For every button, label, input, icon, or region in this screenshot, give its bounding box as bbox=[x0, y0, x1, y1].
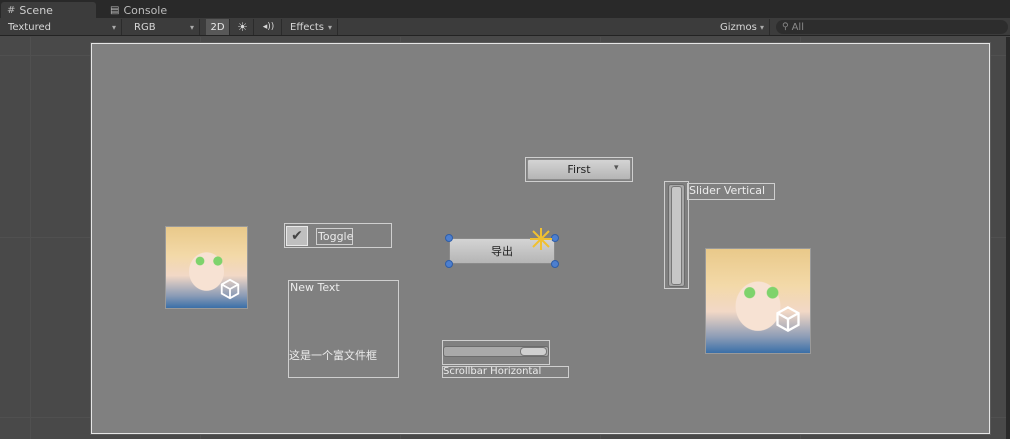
console-icon: ▤ bbox=[110, 4, 120, 16]
anime-image-right[interactable] bbox=[705, 248, 811, 354]
search-input[interactable]: ⚲ All bbox=[776, 20, 1008, 34]
dropdown-arrow-icon: ▾ bbox=[111, 22, 116, 32]
search-placeholder: All bbox=[791, 21, 804, 33]
scrollbar-handle[interactable] bbox=[520, 347, 547, 356]
unity-logo-icon bbox=[776, 305, 800, 333]
selection-handle-bottom-right[interactable] bbox=[551, 260, 559, 268]
gizmos-label: Gizmos bbox=[720, 21, 757, 33]
checkmark-icon: ✔ bbox=[291, 228, 303, 244]
tab-strip: # Scene ▤ Console bbox=[0, 0, 1010, 18]
shading-mode-dropdown[interactable]: Textured ▾ bbox=[2, 19, 122, 35]
scene-grid-icon: # bbox=[7, 4, 16, 16]
new-text-label: New Text bbox=[290, 281, 340, 294]
search-icon: ⚲ bbox=[782, 22, 789, 32]
gizmos-dropdown[interactable]: Gizmos ▾ bbox=[714, 19, 770, 35]
pivot-star-icon[interactable] bbox=[528, 226, 554, 252]
slider-vertical-label: Slider Vertical bbox=[689, 184, 766, 197]
viewport-edge bbox=[1006, 37, 1010, 439]
scrollbar-horizontal-label: Scrollbar Horizontal bbox=[443, 366, 542, 377]
rich-text-label: 这是一个富文件框 bbox=[289, 349, 377, 362]
grid-line bbox=[30, 37, 31, 439]
unity-logo-icon bbox=[220, 278, 240, 300]
tab-console-label: Console bbox=[123, 3, 168, 17]
shading-mode-label: Textured bbox=[8, 21, 51, 33]
dropdown-arrow-icon: ▾ bbox=[189, 22, 194, 32]
effects-label: Effects bbox=[290, 21, 324, 33]
dropdown-arrow-icon: ▾ bbox=[327, 22, 332, 32]
toggle-label: Toggle bbox=[318, 230, 354, 243]
mode-2d-label: 2D bbox=[210, 21, 225, 33]
first-dropdown-label: First bbox=[567, 163, 591, 176]
render-mode-label: RGB bbox=[134, 21, 156, 33]
tab-scene[interactable]: # Scene bbox=[1, 2, 96, 18]
selection-handle-top-left[interactable] bbox=[445, 234, 453, 242]
scene-toolbar: Textured ▾ RGB ▾ 2D ☀ ◂)) Effects ▾ Gizm… bbox=[0, 18, 1010, 36]
tab-scene-label: Scene bbox=[19, 3, 53, 17]
dropdown-arrow-icon: ▾ bbox=[759, 22, 764, 32]
slider-vertical-handle[interactable] bbox=[671, 186, 682, 285]
tab-console[interactable]: ▤ Console bbox=[104, 2, 204, 18]
selection-handle-bottom-left[interactable] bbox=[445, 260, 453, 268]
text-rect[interactable] bbox=[288, 280, 399, 378]
render-mode-dropdown[interactable]: RGB ▾ bbox=[128, 19, 200, 35]
lighting-toggle[interactable]: ☀ bbox=[232, 19, 254, 35]
sun-icon: ☀ bbox=[237, 20, 248, 34]
mode-2d-toggle[interactable]: 2D bbox=[206, 19, 230, 35]
anime-image-left[interactable] bbox=[165, 226, 248, 309]
toggle-checkbox[interactable]: ✔ bbox=[286, 226, 308, 246]
chevron-down-icon: ▾ bbox=[614, 163, 619, 173]
speaker-icon: ◂)) bbox=[262, 22, 275, 32]
audio-toggle[interactable]: ◂)) bbox=[256, 19, 282, 35]
effects-dropdown[interactable]: Effects ▾ bbox=[284, 19, 338, 35]
export-button-label: 导出 bbox=[491, 245, 513, 258]
